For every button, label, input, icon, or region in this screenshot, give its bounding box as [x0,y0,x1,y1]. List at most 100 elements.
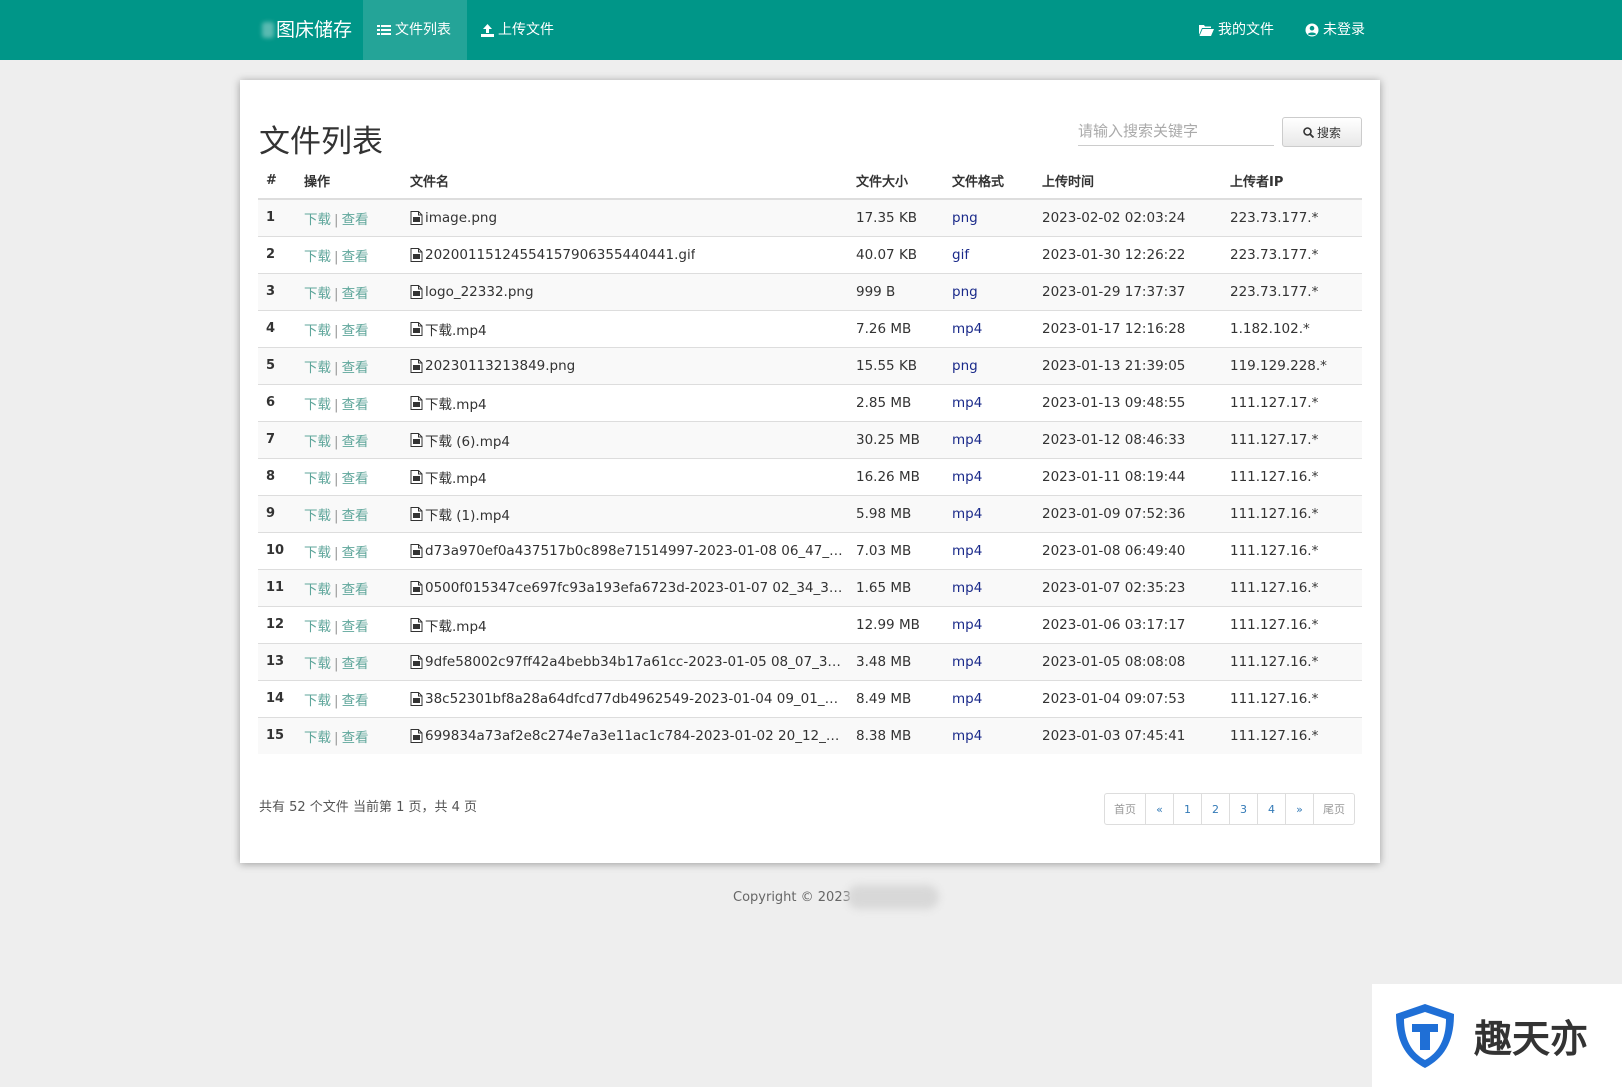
pager-page-4[interactable]: 4 [1257,794,1285,824]
pager-next[interactable]: » [1285,794,1313,824]
file-format: mp4 [944,642,1034,680]
download-link[interactable]: 下载 [304,360,331,376]
action-separator: | [334,470,339,487]
search-input[interactable] [1078,116,1274,146]
view-link[interactable]: 查看 [342,212,369,228]
download-link[interactable]: 下载 [304,323,331,339]
table-row: 7 下载 | 查看 下载 (6).mp4 30.25 MB mp4 2023-01-12 08… [258,420,1362,458]
row-actions: 下载 | 查看 [296,568,402,606]
nav-upload[interactable]: 上传文件 [467,0,568,60]
view-link[interactable]: 查看 [342,286,369,302]
table-row: 2 下载 | 查看 20200115124554157906355440441.gif 4… [258,235,1362,273]
file-name-cell: 下载.mp4 [402,383,848,421]
file-format: gif [944,235,1034,273]
download-link[interactable]: 下载 [304,582,331,598]
view-link[interactable]: 查看 [342,434,369,450]
file-name: 下载 (6).mp4 [425,433,511,450]
uploader-ip: 1.182.102.* [1222,309,1362,347]
file-table: # 操作 文件名 文件大小 文件格式 上传时间 上传者IP 1 下载 | 查看 imag… [258,162,1362,754]
file-size: 15.55 KB [848,346,944,384]
download-link[interactable]: 下载 [304,545,331,561]
nav-file-list[interactable]: 文件列表 [363,0,467,60]
view-link[interactable]: 查看 [342,693,369,709]
row-number: 14 [258,679,296,717]
download-link[interactable]: 下载 [304,434,331,450]
download-link[interactable]: 下载 [304,730,331,746]
file-format: mp4 [944,531,1034,569]
view-link[interactable]: 查看 [342,471,369,487]
upload-time: 2023-01-07 02:35:23 [1034,568,1222,606]
uploader-ip: 111.127.16.* [1222,605,1362,643]
view-link[interactable]: 查看 [342,730,369,746]
file-size: 40.07 KB [848,235,944,273]
file-icon [410,469,423,484]
download-link[interactable]: 下载 [304,286,331,302]
action-separator: | [334,692,339,709]
pager-first[interactable]: 首页 [1105,794,1145,824]
upload-time: 2023-01-29 17:37:37 [1034,272,1222,310]
search-button[interactable]: 搜索 [1282,117,1362,147]
watermark-text: 趣天亦 [1474,1016,1589,1061]
action-separator: | [334,544,339,561]
upload-time: 2023-01-09 07:52:36 [1034,494,1222,532]
action-separator: | [334,729,339,746]
pager-prev[interactable]: « [1145,794,1173,824]
upload-time: 2023-01-13 21:39:05 [1034,346,1222,384]
view-link[interactable]: 查看 [342,545,369,561]
download-link[interactable]: 下载 [304,656,331,672]
upload-time: 2023-01-12 08:46:33 [1034,420,1222,458]
row-number: 11 [258,568,296,606]
file-name: 38c52301bf8a28a64dfcd77db4962549-2023-01… [425,690,845,707]
action-separator: | [334,322,339,339]
row-actions: 下载 | 查看 [296,457,402,495]
uploader-ip: 111.127.16.* [1222,716,1362,754]
brand[interactable]: 图床储存 [262,0,352,60]
upload-time: 2023-01-11 08:19:44 [1034,457,1222,495]
nav-file-list-label: 文件列表 [395,22,451,38]
action-separator: | [334,433,339,450]
table-row: 3 下载 | 查看 logo_22332.png 999 Bpng 2023-01-29 1… [258,272,1362,310]
download-link[interactable]: 下载 [304,249,331,265]
brand-logo-icon [262,22,274,38]
view-link[interactable]: 查看 [342,323,369,339]
file-name: logo_22332.png [425,283,534,300]
view-link[interactable]: 查看 [342,249,369,265]
search-button-label: 搜索 [1316,125,1341,140]
view-link[interactable]: 查看 [342,656,369,672]
table-header-row: # 操作 文件名 文件大小 文件格式 上传时间 上传者IP [258,162,1362,200]
file-size: 8.49 MB [848,679,944,717]
pager-page-1[interactable]: 1 [1173,794,1201,824]
file-name-cell: 20200115124554157906355440441.gif [402,235,848,273]
pager-page-2[interactable]: 2 [1201,794,1229,824]
file-name-cell: 下载.mp4 [402,309,848,347]
view-link[interactable]: 查看 [342,508,369,524]
file-icon [410,691,423,706]
view-link[interactable]: 查看 [342,397,369,413]
download-link[interactable]: 下载 [304,471,331,487]
file-name: d73a970ef0a437517b0c898e71514997-2023-01… [425,542,845,559]
view-link[interactable]: 查看 [342,582,369,598]
row-number: 9 [258,494,296,532]
download-link[interactable]: 下载 [304,619,331,635]
file-name-cell: 下载.mp4 [402,457,848,495]
table-row: 11 下载 | 查看 0500f015347ce697fc93a193efa6723d-… [258,568,1362,606]
download-link[interactable]: 下载 [304,508,331,524]
redacted-blur [846,885,939,909]
file-format: png [944,346,1034,384]
row-number: 12 [258,605,296,643]
pager-last[interactable]: 尾页 [1313,794,1354,824]
pager-page-3[interactable]: 3 [1229,794,1257,824]
table-row: 10 下载 | 查看 d73a970ef0a437517b0c898e71514997-… [258,531,1362,569]
nav-my-files[interactable]: 我的文件 [1185,0,1288,60]
view-link[interactable]: 查看 [342,360,369,376]
file-icon [410,321,423,336]
download-link[interactable]: 下载 [304,212,331,228]
col-format-header: 文件格式 [944,162,1034,200]
nav-login[interactable]: 未登录 [1291,0,1379,60]
download-link[interactable]: 下载 [304,397,331,413]
download-link[interactable]: 下载 [304,693,331,709]
file-name-cell: image.png [402,198,848,236]
table-body: 1 下载 | 查看 image.png 17.35 KB png 2023-02-02 02:… [258,198,1362,754]
view-link[interactable]: 查看 [342,619,369,635]
uploader-ip: 111.127.16.* [1222,457,1362,495]
